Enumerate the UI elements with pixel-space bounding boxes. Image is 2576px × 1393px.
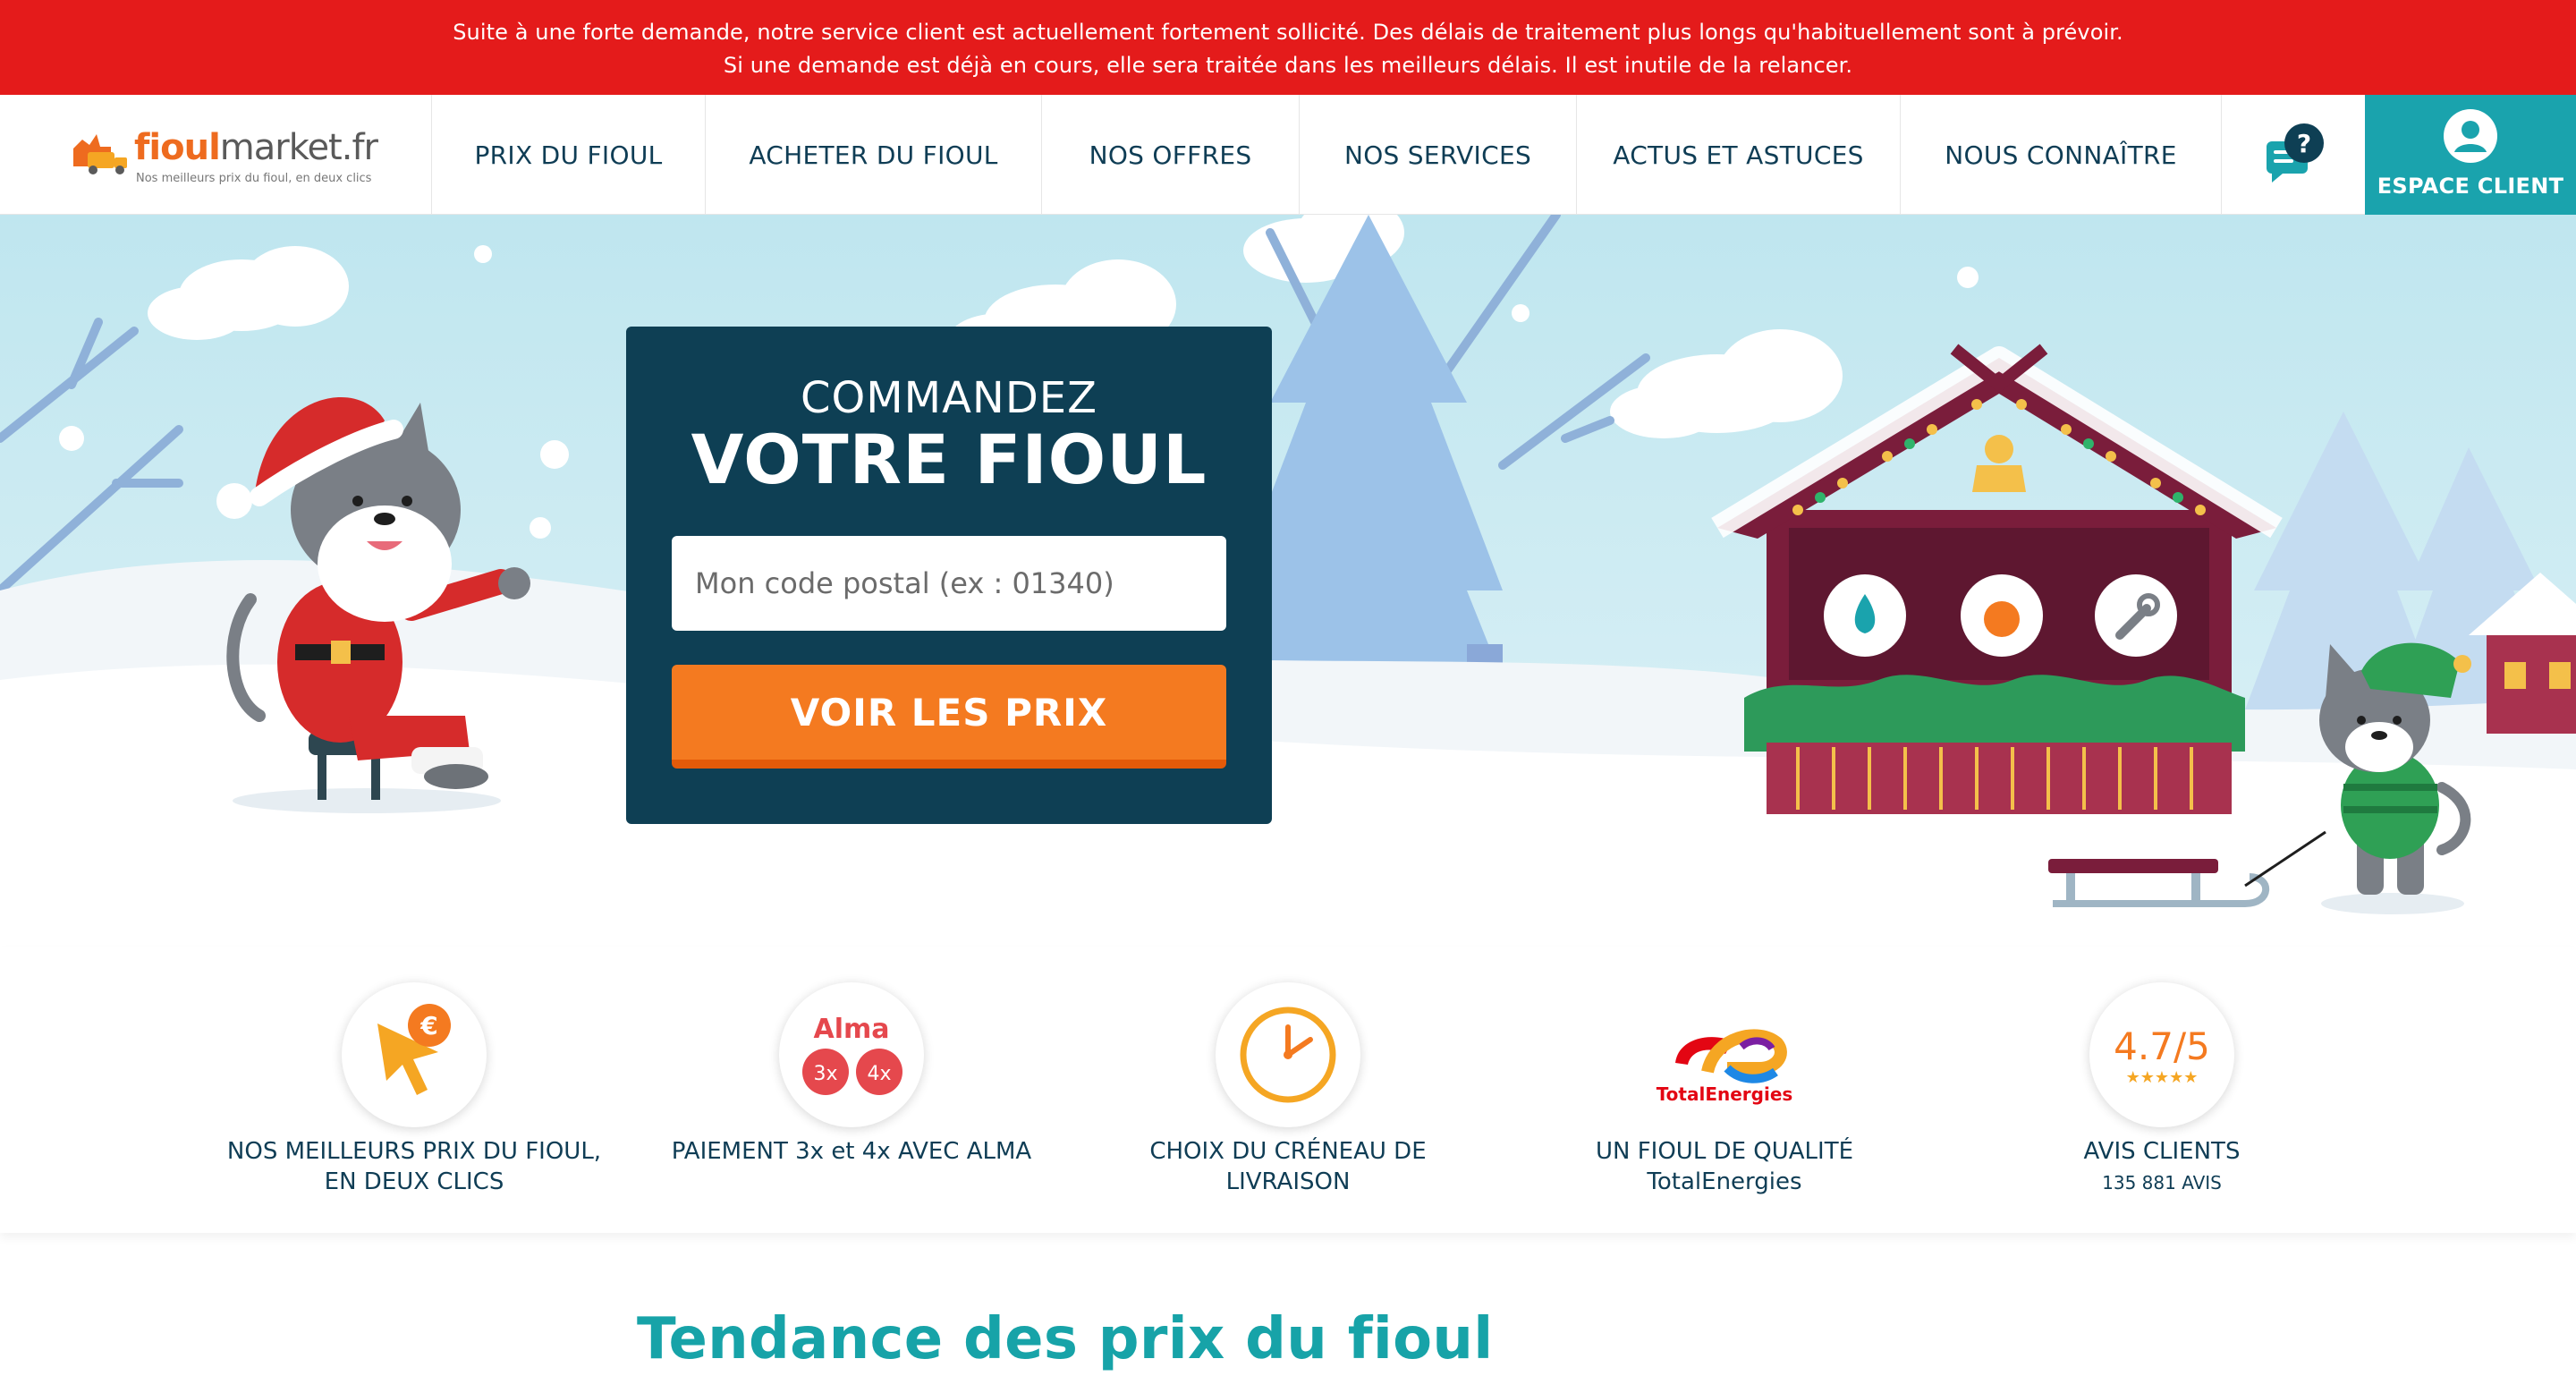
hero-section: COMMANDEZ VOTRE FIOUL VOIR LES PRIX <box>0 215 2576 947</box>
logo-tagline: Nos meilleurs prix du fioul, en deux cli… <box>136 172 372 185</box>
espace-client-label: ESPACE CLIENT <box>2377 174 2564 199</box>
clock-icon <box>1240 1007 1336 1103</box>
rating-score: 4.7/5 <box>2114 1024 2210 1068</box>
nav-nos-services[interactable]: NOS SERVICES <box>1299 95 1576 215</box>
nav-prix-du-fioul[interactable]: PRIX DU FIOUL <box>431 95 705 215</box>
feature-circle: TotalEnergies <box>1652 982 1797 1127</box>
nav-actus-et-astuces[interactable]: ACTUS ET ASTUCES <box>1576 95 1900 215</box>
totalenergies-wordmark: TotalEnergies <box>1657 1083 1793 1105</box>
nav-nous-connaitre[interactable]: NOUS CONNAÎTRE <box>1900 95 2222 215</box>
truck-fox-logo-icon <box>73 134 127 174</box>
features-strip: € NOS MEILLEURS PRIX DU FIOUL, EN DEUX C… <box>0 947 2576 1233</box>
reviews-count: 135 881 AVIS <box>2102 1172 2222 1193</box>
voir-les-prix-button[interactable]: VOIR LES PRIX <box>672 665 1226 769</box>
postal-code-input[interactable] <box>672 536 1226 631</box>
alert-line-1: Suite à une forte demande, notre service… <box>453 20 2123 45</box>
feature-label: NOS MEILLEURS PRIX DU FIOUL, EN DEUX CLI… <box>226 1138 602 1195</box>
nav-acheter-du-fioul[interactable]: ACHETER DU FIOUL <box>705 95 1041 215</box>
user-icon <box>2444 109 2497 163</box>
cursor-euro-icon: € <box>377 1004 451 1095</box>
espace-client-button[interactable]: ESPACE CLIENT <box>2365 95 2576 215</box>
winter-scene-illustration <box>0 215 2576 947</box>
svg-text:★★★★★: ★★★★★ <box>2126 1068 2199 1087</box>
rating-icon: 4.7/5 ★★★★★ <box>2114 1024 2210 1087</box>
alma-icon: Alma 3x 4x <box>802 1014 902 1095</box>
feature-circle: Alma 3x 4x <box>779 982 924 1127</box>
alert-line-2: Si une demande est déjà en cours, elle s… <box>723 53 1853 78</box>
feature-label: PAIEMENT 3x et 4x AVEC ALMA <box>671 1138 1032 1165</box>
feature-label: UN FIOUL DE QUALITÉ TotalEnergies <box>1595 1138 1854 1195</box>
alma-brand: Alma <box>813 1014 889 1045</box>
main-navigation: PRIX DU FIOUL ACHETER DU FIOUL NOS OFFRE… <box>431 95 2222 215</box>
svg-text:?: ? <box>2297 129 2311 158</box>
feature-label: CHOIX DU CRÉNEAU DE LIVRAISON <box>1149 1138 1427 1195</box>
alma-badge-4x: 4x <box>867 1063 891 1085</box>
rating-stars-icon: ★★★★★ <box>2126 1068 2199 1087</box>
service-alert-banner: Suite à une forte demande, notre service… <box>0 0 2576 95</box>
order-title-line-2: VOTRE FIOUL <box>691 420 1208 499</box>
alma-badge-3x: 3x <box>813 1063 837 1085</box>
site-logo[interactable]: fioulmarket.fr Nos meilleurs prix du fio… <box>70 127 378 190</box>
order-form-card: COMMANDEZ VOTRE FIOUL VOIR LES PRIX <box>626 327 1272 824</box>
feature-label: AVIS CLIENTS <box>2083 1138 2241 1165</box>
feature-circle: 4.7/5 ★★★★★ <box>2089 982 2234 1127</box>
svg-text:€: € <box>419 1011 437 1041</box>
nav-nos-offres[interactable]: NOS OFFRES <box>1041 95 1299 215</box>
logo-wordmark-bold: fioul <box>134 127 221 168</box>
logo-wordmark: fioulmarket.fr <box>134 127 378 168</box>
totalenergies-logo: TotalEnergies <box>1657 1029 1793 1105</box>
order-title-line-1: COMMANDEZ <box>800 373 1098 423</box>
feature-circle: € <box>342 982 487 1127</box>
site-header: fioulmarket.fr Nos meilleurs prix du fio… <box>0 95 2576 215</box>
chat-help-icon[interactable]: ? <box>2265 122 2324 184</box>
logo-wordmark-rest: market.fr <box>219 127 378 168</box>
price-trend-heading: Tendance des prix du fioul <box>637 1306 1494 1372</box>
feature-circle <box>1216 982 1360 1127</box>
